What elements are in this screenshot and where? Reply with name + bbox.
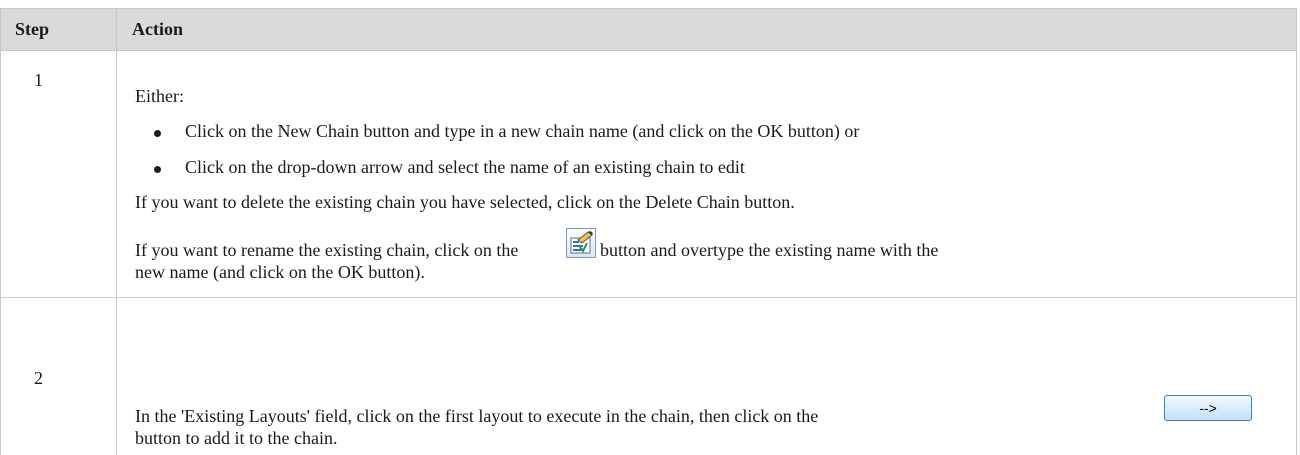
row-divider <box>0 297 1297 298</box>
header-divider <box>116 8 117 51</box>
header-step: Step <box>15 19 50 39</box>
table-border-left <box>0 8 1 455</box>
bullet-item: Click on the drop-down arrow and select … <box>185 157 745 177</box>
column-divider <box>116 8 117 455</box>
rename-instruction-end: button and overtype the existing name wi… <box>600 240 939 260</box>
header-action: Action <box>132 19 183 39</box>
step-2-line2: button to add it to the chain. <box>135 428 338 448</box>
bullet-icon <box>154 130 161 137</box>
bullet-icon <box>154 166 161 173</box>
step-number: 1 <box>34 70 43 90</box>
steps-table: Step Action 1 Either: Click on the New C… <box>0 0 1297 455</box>
rename-instruction-line2: new name (and click on the OK button). <box>135 262 425 282</box>
table-header: Step Action <box>0 8 1297 51</box>
add-to-chain-button[interactable]: --> <box>1164 395 1252 421</box>
rename-properties-icon[interactable] <box>566 228 596 258</box>
step-2-line1: In the 'Existing Layouts' field, click o… <box>135 406 819 426</box>
delete-instruction: If you want to delete the existing chain… <box>135 192 795 212</box>
rename-instruction-start: If you want to rename the existing chain… <box>135 240 519 260</box>
bullet-item: Click on the New Chain button and type i… <box>185 121 860 141</box>
step-number: 2 <box>34 368 43 388</box>
table-border-right <box>1296 8 1297 455</box>
step-intro: Either: <box>135 86 184 106</box>
